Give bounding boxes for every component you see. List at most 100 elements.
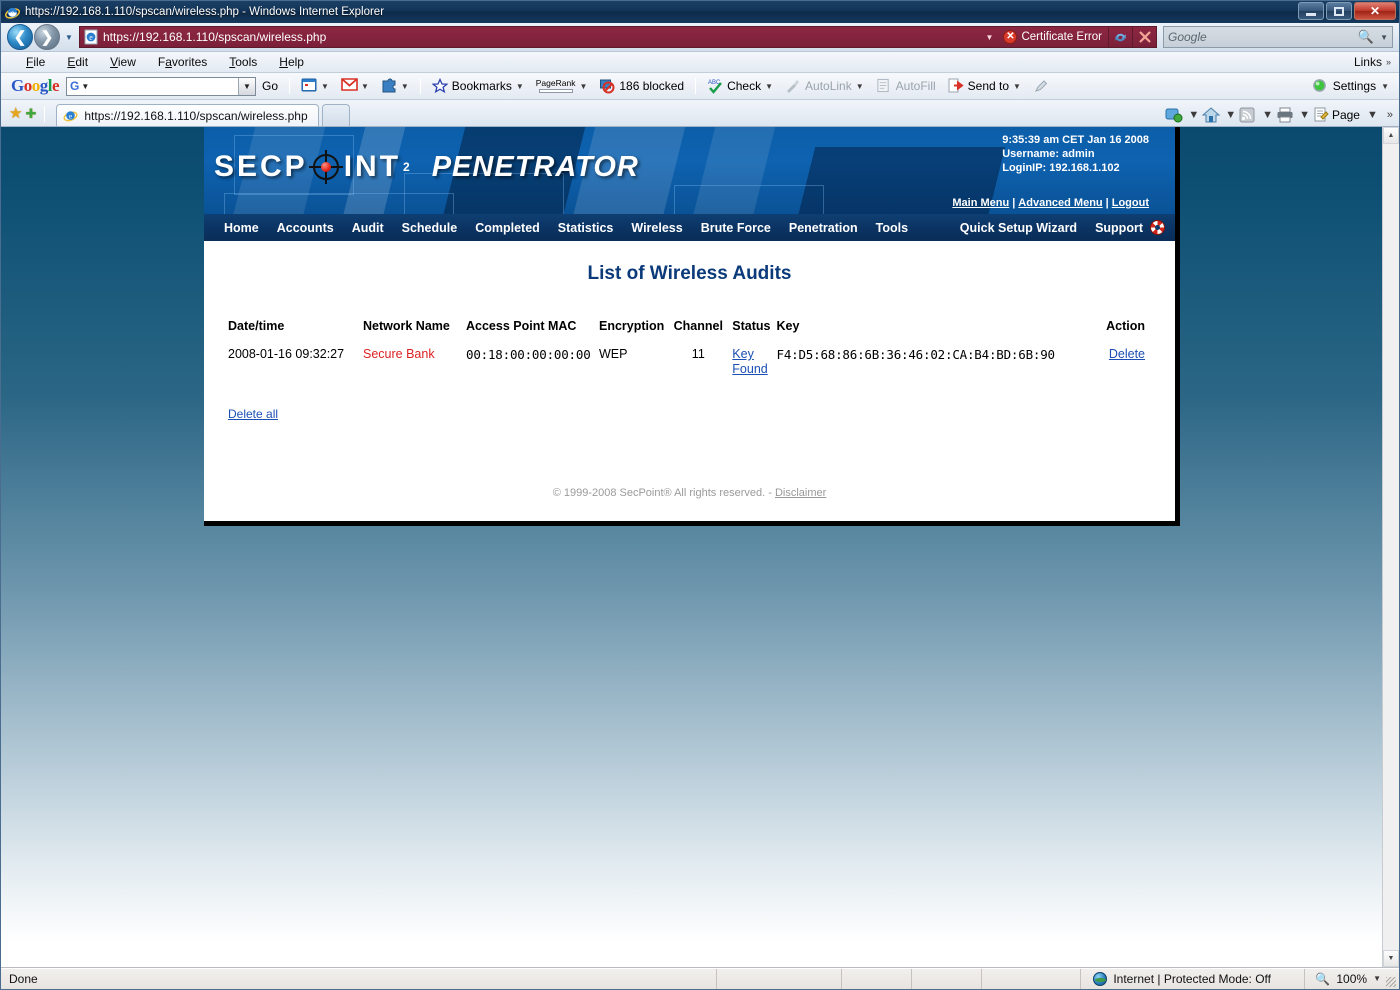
command-bar-overflow-icon[interactable]: » <box>1387 109 1393 121</box>
maximize-button[interactable] <box>1326 2 1352 20</box>
header-link-advanced-menu[interactable]: Advanced Menu <box>1018 197 1102 209</box>
delete-row-link[interactable]: Delete <box>1109 347 1145 361</box>
nav-item-statistics[interactable]: Statistics <box>549 221 623 235</box>
status-separator <box>716 968 717 989</box>
add-to-favorites-icon[interactable]: ✚ <box>25 106 36 122</box>
cell-status-link[interactable]: Key Found <box>732 347 767 376</box>
spellcheck-button[interactable]: ABC Check ▼ <box>701 78 779 94</box>
send-to-icon <box>948 78 964 94</box>
nav-item-brute-force[interactable]: Brute Force <box>692 221 780 235</box>
nav-item-tools[interactable]: Tools <box>867 221 917 235</box>
refresh-button[interactable] <box>1108 26 1132 48</box>
nav-item-support[interactable]: Support <box>1086 221 1143 235</box>
forward-button[interactable]: ❯ <box>34 24 60 50</box>
search-box[interactable]: Google 🔍 ▼ <box>1163 26 1393 48</box>
scroll-up-button[interactable]: ▲ <box>1383 127 1399 144</box>
chevron-down-icon[interactable]: ▼ <box>765 82 773 91</box>
google-go-button[interactable]: Go <box>256 79 284 93</box>
recent-pages-dropdown-icon[interactable]: ▼ <box>61 26 77 48</box>
menu-item-favorites[interactable]: Favorites <box>147 55 218 69</box>
nav-item-completed[interactable]: Completed <box>466 221 549 235</box>
menu-item-tools[interactable]: Tools <box>218 55 268 69</box>
rss-feed-icon[interactable] <box>1239 107 1255 123</box>
page-vertical-scrollbar[interactable]: ▲ ▼ <box>1382 127 1399 967</box>
page-viewport: SECP INT 2 PENETRATOR 9:35:39 am CET Jan… <box>1 126 1399 967</box>
home-icon[interactable] <box>1201 107 1221 123</box>
search-icon[interactable]: 🔍 <box>1358 29 1374 45</box>
back-button[interactable]: ❮ <box>7 24 33 50</box>
autolink-button[interactable]: AutoLink ▼ <box>779 78 870 94</box>
chevron-down-icon[interactable]: ▼ <box>579 82 587 91</box>
gmail-button[interactable]: ▼ <box>335 78 375 94</box>
url-dropdown-icon[interactable]: ▼ <box>981 33 997 42</box>
column-header-key: Key <box>776 319 800 333</box>
nav-item-accounts[interactable]: Accounts <box>268 221 343 235</box>
tab-current-page[interactable]: e https://192.168.1.110/spscan/wireless.… <box>56 104 319 126</box>
favorites-center-icon[interactable]: ★ <box>9 104 22 122</box>
logo-product-text: PENETRATOR <box>431 150 639 183</box>
chevron-down-icon[interactable]: ▼ <box>1299 109 1310 121</box>
autolink-label: AutoLink <box>805 79 852 93</box>
menu-item-help[interactable]: Help <box>268 55 315 69</box>
nav-item-wireless[interactable]: Wireless <box>622 221 691 235</box>
header-link-logout[interactable]: Logout <box>1112 197 1149 209</box>
delete-all-link[interactable]: Delete all <box>228 407 278 421</box>
autofill-button[interactable]: AutoFill <box>870 78 942 94</box>
chevron-down-icon[interactable]: ▼ <box>1013 82 1021 91</box>
print-icon[interactable] <box>1276 107 1293 123</box>
google-settings-button[interactable]: Settings ▼ <box>1312 78 1389 94</box>
lifebuoy-support-icon[interactable] <box>1150 220 1165 235</box>
pagerank-button[interactable]: PageRank ▼ <box>530 79 594 94</box>
search-provider-dropdown-icon[interactable]: ▼ <box>1380 33 1388 42</box>
google-calendar-button[interactable]: ▼ <box>295 78 335 94</box>
links-overflow-icon[interactable]: » <box>1386 57 1391 67</box>
chevron-down-icon[interactable]: ▼ <box>321 82 329 91</box>
highlighter-button[interactable] <box>1027 78 1055 94</box>
menu-item-view[interactable]: View <box>99 55 147 69</box>
nav-item-home[interactable]: Home <box>215 221 268 235</box>
popup-blocker-button[interactable]: 186 blocked <box>593 78 690 94</box>
search-input[interactable]: Google <box>1168 30 1358 44</box>
google-more-button[interactable]: ▼ <box>375 78 415 94</box>
nav-item-schedule[interactable]: Schedule <box>393 221 467 235</box>
footer-disclaimer-link[interactable]: Disclaimer <box>775 487 826 499</box>
scroll-down-button[interactable]: ▼ <box>1383 950 1399 967</box>
url-bar[interactable]: e https://192.168.1.110/spscan/wireless.… <box>79 26 1157 48</box>
resize-grip[interactable] <box>1386 977 1396 987</box>
certificate-error-indicator[interactable]: ✕ Certificate Error <box>997 30 1108 44</box>
chevron-down-icon[interactable]: ▼ <box>401 82 409 91</box>
google-history-dropdown-icon[interactable]: ▼ <box>238 77 256 95</box>
chevron-down-icon[interactable]: ▼ <box>1367 109 1378 121</box>
close-button[interactable]: ✕ <box>1354 2 1396 20</box>
links-button[interactable]: Links » <box>1354 55 1391 69</box>
logo-trademark-text: 2 <box>403 160 410 174</box>
header-link-main-menu[interactable]: Main Menu <box>952 197 1009 209</box>
security-zone-indicator[interactable]: Internet | Protected Mode: Off <box>1080 968 1271 989</box>
nav-item-quick-setup-wizard[interactable]: Quick Setup Wizard <box>951 221 1086 235</box>
zoom-control[interactable]: 🔍 100% ▼ <box>1304 968 1381 989</box>
google-search-input[interactable]: G ▼ ▼ <box>66 76 257 96</box>
chevron-down-icon[interactable]: ▼ <box>1262 109 1273 121</box>
chevron-down-icon[interactable]: ▼ <box>1225 109 1236 121</box>
nav-item-audit[interactable]: Audit <box>343 221 393 235</box>
session-info: 9:35:39 am CET Jan 16 2008 Username: adm… <box>1002 133 1149 175</box>
chevron-down-icon[interactable]: ▼ <box>1381 82 1389 91</box>
nav-item-penetration[interactable]: Penetration <box>780 221 867 235</box>
new-tab-button[interactable] <box>321 104 350 126</box>
sendto-button[interactable]: Send to ▼ <box>942 78 1027 94</box>
chevron-down-icon[interactable]: ▼ <box>856 82 864 91</box>
chevron-down-icon[interactable]: ▼ <box>516 82 524 91</box>
chevron-down-icon[interactable]: ▼ <box>1373 974 1381 983</box>
page-menu-label[interactable]: Page <box>1332 108 1360 122</box>
page-menu-icon[interactable] <box>1313 107 1329 123</box>
feeds-history-icon[interactable] <box>1165 107 1183 123</box>
tab-title: https://192.168.1.110/spscan/wireless.ph… <box>84 108 308 123</box>
bookmarks-button[interactable]: Bookmarks ▼ <box>426 77 530 94</box>
menu-item-file[interactable]: File <box>15 55 56 69</box>
stop-button[interactable] <box>1132 26 1156 48</box>
chevron-down-icon[interactable]: ▼ <box>361 82 369 91</box>
minimize-button[interactable] <box>1298 2 1324 20</box>
chevron-down-icon[interactable]: ▼ <box>1188 109 1199 121</box>
svg-text:e: e <box>89 33 93 42</box>
menu-item-edit[interactable]: Edit <box>56 55 99 69</box>
